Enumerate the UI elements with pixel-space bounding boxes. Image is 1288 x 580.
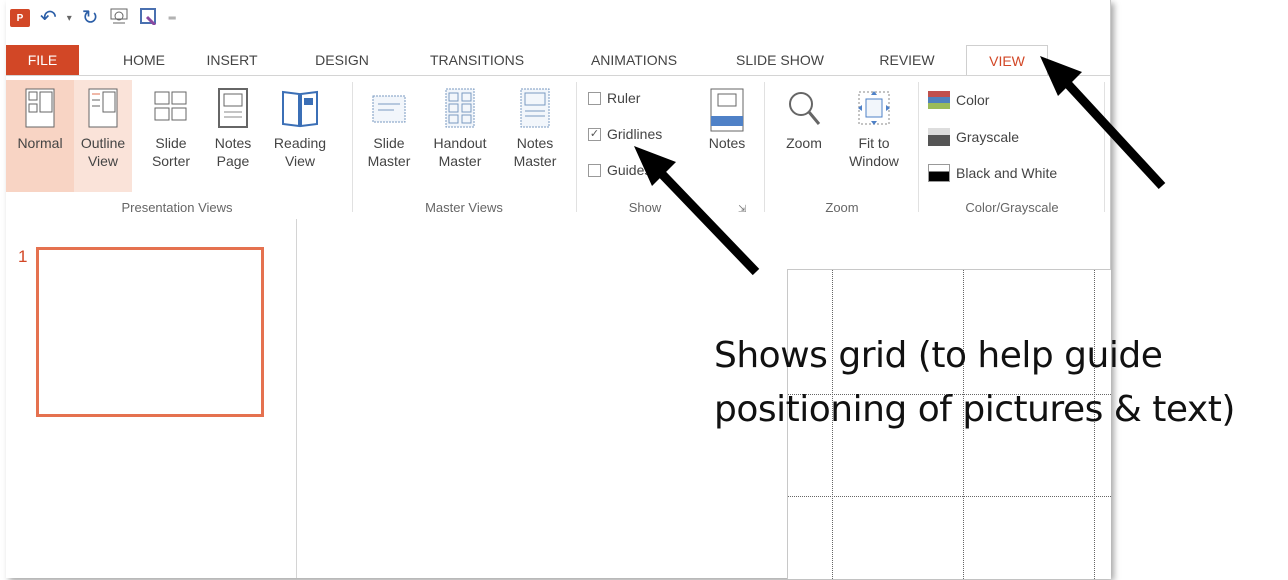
notes-label: Notes: [708, 135, 746, 151]
handout-master-line1: Handout: [433, 135, 487, 151]
slide-sorter-icon: [154, 88, 188, 128]
slide-master-line1: Slide: [373, 135, 405, 151]
tab-review[interactable]: REVIEW: [872, 45, 942, 75]
show-group-label: Show: [628, 200, 662, 215]
annotation-line-2: positioning of pictures & text): [714, 389, 1235, 430]
slide-master-button[interactable]: Slide Master: [362, 80, 416, 192]
notes-master-line1: Notes: [516, 135, 554, 151]
customize-toolbar-icon[interactable]: ═: [169, 13, 176, 24]
magnifier-icon: [786, 88, 822, 128]
notes-master-line2: Master: [513, 153, 557, 169]
normal-view-button[interactable]: Normal: [6, 80, 74, 192]
handout-master-icon: [445, 88, 475, 128]
slide-sorter-button[interactable]: Slide Sorter: [144, 80, 198, 192]
powerpoint-logo: P: [10, 9, 30, 27]
grayscale-label: Grayscale: [956, 129, 1020, 145]
handout-master-line2: Master: [438, 153, 482, 169]
tab-design[interactable]: DESIGN: [312, 45, 372, 75]
group-separator: [576, 82, 577, 212]
slide-master-line2: Master: [367, 153, 411, 169]
notes-page-button[interactable]: Notes Page: [206, 80, 260, 192]
outline-view-icon: [88, 88, 118, 128]
powerpoint-window: P ↶ ▾ ↻ ═ FILE HOME INSERT DESIGN TRANSI…: [0, 0, 1288, 580]
tab-insert[interactable]: INSERT: [202, 45, 262, 75]
color-grayscale-group-label: Color/Grayscale: [965, 200, 1059, 215]
tab-slide-show[interactable]: SLIDE SHOW: [729, 45, 831, 75]
grayscale-button[interactable]: Grayscale: [924, 123, 1023, 151]
notes-icon: [710, 88, 744, 132]
slide-thumbnail[interactable]: [36, 247, 264, 417]
color-label: Color: [956, 92, 990, 108]
tab-view[interactable]: VIEW: [966, 45, 1048, 77]
reading-view-button[interactable]: Reading View: [268, 80, 332, 192]
grayscale-swatch-icon: [928, 128, 950, 146]
gridlines-label: Gridlines: [607, 126, 663, 142]
reading-view-line1: Reading: [273, 135, 327, 151]
fit-to-window-button[interactable]: Fit to Window: [836, 80, 912, 192]
fit-to-window-icon: [857, 88, 891, 128]
black-and-white-button[interactable]: Black and White: [924, 159, 1061, 187]
reading-view-icon: [281, 88, 319, 128]
handout-master-button[interactable]: Handout Master: [422, 80, 498, 192]
tab-file[interactable]: FILE: [6, 45, 79, 75]
ruler-checkbox[interactable]: Ruler: [588, 90, 640, 106]
quick-access-toolbar: P ↶ ▾ ↻ ═: [10, 6, 176, 30]
reading-view-line2: View: [284, 153, 316, 169]
group-separator: [1104, 82, 1105, 212]
group-separator: [918, 82, 919, 212]
tab-animations[interactable]: ANIMATIONS: [579, 45, 689, 75]
notes-page-line2: Page: [216, 153, 250, 169]
color-button[interactable]: Color: [924, 86, 993, 114]
zoom-group-label: Zoom: [825, 200, 859, 215]
guides-checkbox[interactable]: Guides: [588, 162, 651, 178]
outline-view-line1: Outline: [80, 135, 126, 151]
annotation-text: Shows grid (to help guide positioning of…: [714, 329, 1235, 437]
zoom-label: Zoom: [786, 135, 822, 151]
slide-thumbnails-panel: 1: [6, 219, 297, 578]
black-and-white-label: Black and White: [956, 165, 1058, 181]
outline-view-line2: View: [87, 153, 119, 169]
color-swatch-icon: [928, 91, 950, 109]
fit-to-window-line1: Fit to: [858, 135, 890, 151]
slide-master-icon: [372, 88, 406, 128]
ruler-checkbox-box: [588, 91, 601, 105]
guides-checkbox-box: [588, 163, 601, 177]
annotation-line-1: Shows grid (to help guide: [714, 335, 1163, 376]
ruler-label: Ruler: [607, 90, 641, 106]
group-separator: [352, 82, 353, 212]
tab-transitions[interactable]: TRANSITIONS: [418, 45, 536, 75]
outline-view-button[interactable]: Outline View: [74, 80, 132, 192]
redo-icon[interactable]: ↻: [82, 8, 99, 28]
notes-page-icon: [218, 88, 248, 128]
touch-mode-icon[interactable]: [139, 7, 159, 29]
slide-sorter-line2: Sorter: [151, 153, 191, 169]
normal-view-icon: [25, 88, 55, 128]
notes-button[interactable]: Notes: [696, 80, 758, 192]
fit-to-window-line2: Window: [849, 153, 899, 169]
zoom-button[interactable]: Zoom: [774, 80, 834, 192]
tab-home[interactable]: HOME: [114, 45, 174, 75]
slide-sorter-line1: Slide: [155, 135, 187, 151]
slide-number: 1: [18, 247, 28, 266]
gridlines-check-icon: ✓: [588, 127, 601, 141]
master-views-group-label: Master Views: [425, 200, 503, 215]
ribbon-tabs: FILE HOME INSERT DESIGN TRANSITIONS ANIM…: [6, 45, 1110, 77]
normal-view-label: Normal: [17, 135, 63, 151]
ribbon: Normal Outline View Slide Sorter Notes P…: [6, 75, 1110, 220]
undo-dropdown-icon[interactable]: ▾: [67, 13, 72, 24]
gridline-horizontal: [788, 496, 1111, 497]
guides-label: Guides: [607, 162, 652, 178]
presentation-views-group-label: Presentation Views: [121, 200, 233, 215]
show-dialog-launcher-icon[interactable]: ⇲: [738, 204, 746, 215]
notes-master-button[interactable]: Notes Master: [504, 80, 566, 192]
group-separator: [764, 82, 765, 212]
black-and-white-swatch-icon: [928, 164, 950, 182]
start-from-beginning-icon[interactable]: [109, 7, 129, 29]
notes-master-icon: [520, 88, 550, 128]
undo-icon[interactable]: ↶: [40, 8, 57, 28]
gridlines-checkbox[interactable]: ✓ Gridlines: [588, 126, 662, 142]
notes-page-line1: Notes: [214, 135, 252, 151]
